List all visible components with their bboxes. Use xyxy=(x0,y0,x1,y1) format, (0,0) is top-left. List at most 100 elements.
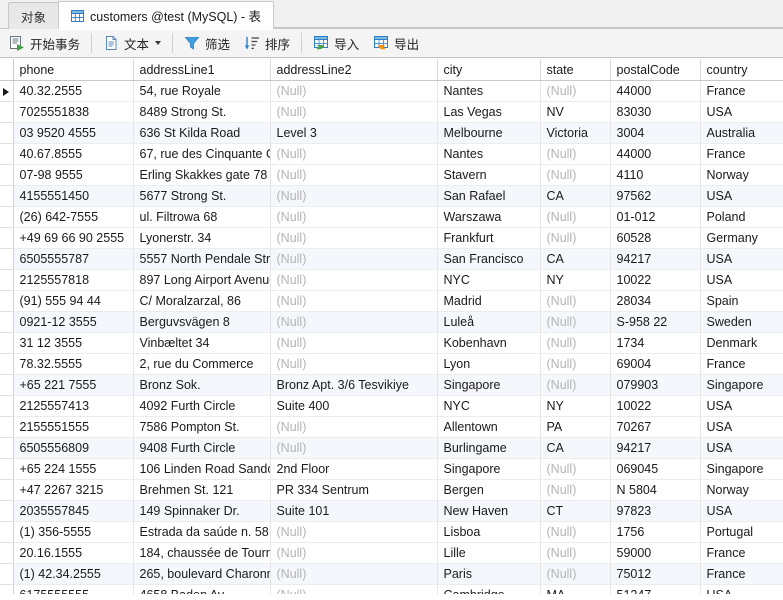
cell-state[interactable]: (Null) xyxy=(540,80,611,102)
cell-state[interactable]: (Null) xyxy=(540,290,611,312)
cell-phone[interactable]: 31 12 3555 xyxy=(13,332,134,354)
cell-state[interactable]: (Null) xyxy=(540,374,611,396)
cell-state[interactable]: (Null) xyxy=(540,563,611,585)
table-row[interactable]: 0921-12 3555 Berguvsvägen 8 (Null) Luleå (Nu… xyxy=(0,311,783,333)
row-selector-cell[interactable] xyxy=(0,248,14,270)
cell-city[interactable]: Madrid xyxy=(437,290,541,312)
cell-addressLine2[interactable]: Suite 400 xyxy=(270,395,438,417)
row-selector-cell[interactable] xyxy=(0,164,14,186)
cell-postalCode[interactable]: 1756 xyxy=(610,521,701,543)
cell-country[interactable]: Germany xyxy=(700,227,783,249)
cell-state[interactable]: (Null) xyxy=(540,227,611,249)
row-selector-cell[interactable] xyxy=(0,458,14,480)
cell-city[interactable]: Warszawa xyxy=(437,206,541,228)
table-row[interactable]: 2125557413 4092 Furth Circle Suite 400 NYC N… xyxy=(0,395,783,417)
cell-country[interactable]: Portugal xyxy=(700,521,783,543)
row-selector-cell[interactable] xyxy=(0,563,14,585)
cell-addressLine2[interactable]: (Null) xyxy=(270,311,438,333)
cell-addressLine1[interactable]: 106 Linden Road Sandown xyxy=(133,458,271,480)
cell-country[interactable]: USA xyxy=(700,185,783,207)
table-row[interactable]: 65055557875557 North Pendale Street(Null… xyxy=(0,248,783,270)
cell-addressLine2[interactable]: (Null) xyxy=(270,584,438,594)
cell-state[interactable]: Victoria xyxy=(540,122,611,144)
column-header-city[interactable]: city xyxy=(437,59,541,81)
cell-postalCode[interactable]: 10022 xyxy=(610,395,701,417)
cell-country[interactable]: France xyxy=(700,80,783,102)
cell-phone[interactable]: 2125557413 xyxy=(13,395,134,417)
cell-phone[interactable]: 6505556809 xyxy=(13,437,134,459)
column-header-postalCode[interactable]: postalCode xyxy=(610,59,701,81)
cell-postalCode[interactable]: 94217 xyxy=(610,248,701,270)
cell-country[interactable]: Australia xyxy=(700,122,783,144)
cell-addressLine1[interactable]: 67, rue des Cinquante Otage xyxy=(133,143,271,165)
column-header-phone[interactable]: phone xyxy=(13,59,134,81)
cell-state[interactable]: (Null) xyxy=(540,311,611,333)
cell-city[interactable]: Melbourne xyxy=(437,122,541,144)
cell-phone[interactable]: 7025551838 xyxy=(13,101,134,123)
table-row[interactable]: 61755555554658 Baden Av.(Null)CambridgeM… xyxy=(0,584,783,594)
row-selector-cell[interactable] xyxy=(0,395,14,417)
table-row[interactable]: (91) 555 94 44 C/ Moralzarzal, 86 (Null) Ma… xyxy=(0,290,783,312)
cell-phone[interactable]: +49 69 66 90 2555 xyxy=(13,227,134,249)
cell-phone[interactable]: 0921-12 3555 xyxy=(13,311,134,333)
cell-country[interactable]: Norway xyxy=(700,164,783,186)
cell-addressLine2[interactable]: (Null) xyxy=(270,332,438,354)
row-selector-cell[interactable] xyxy=(0,290,14,312)
cell-addressLine2[interactable]: (Null) xyxy=(270,353,438,375)
cell-phone[interactable]: 78.32.5555 xyxy=(13,353,134,375)
cell-addressLine2[interactable]: (Null) xyxy=(270,185,438,207)
cell-city[interactable]: Nantes xyxy=(437,80,541,102)
cell-postalCode[interactable]: 83030 xyxy=(610,101,701,123)
cell-phone[interactable]: 2155551555 xyxy=(13,416,134,438)
cell-phone[interactable]: +65 224 1555 xyxy=(13,458,134,480)
cell-addressLine1[interactable]: 5557 North Pendale Street xyxy=(133,248,271,270)
cell-postalCode[interactable]: 01-012 xyxy=(610,206,701,228)
cell-state[interactable]: (Null) xyxy=(540,353,611,375)
table-row[interactable]: 6505556809 9408 Furth Circle (Null) Burling… xyxy=(0,437,783,459)
cell-country[interactable]: USA xyxy=(700,416,783,438)
cell-country[interactable]: France xyxy=(700,542,783,564)
row-selector-cell[interactable] xyxy=(0,227,14,249)
row-selector-cell[interactable] xyxy=(0,479,14,501)
cell-addressLine1[interactable]: 184, chaussée de Tournai xyxy=(133,542,271,564)
table-row[interactable]: +47 2267 3215 Brehmen St. 121 PR 334 Sentr… xyxy=(0,479,783,501)
cell-addressLine1[interactable]: Brehmen St. 121 xyxy=(133,479,271,501)
column-header-country[interactable]: country xyxy=(700,59,783,81)
row-selector-cell[interactable] xyxy=(0,584,14,594)
column-header-addressLine2[interactable]: addressLine2 xyxy=(270,59,438,81)
cell-postalCode[interactable]: 44000 xyxy=(610,80,701,102)
text-view-button[interactable]: 文本 xyxy=(96,31,168,55)
row-selector-cell[interactable] xyxy=(0,143,14,165)
cell-city[interactable]: Nantes xyxy=(437,143,541,165)
row-selector-cell[interactable] xyxy=(0,206,14,228)
import-button[interactable]: 导入 xyxy=(306,31,366,55)
table-row[interactable]: 2125557818 897 Long Airport Avenue (Null) N… xyxy=(0,269,783,291)
cell-addressLine1[interactable]: 9408 Furth Circle xyxy=(133,437,271,459)
cell-country[interactable]: USA xyxy=(700,584,783,594)
cell-addressLine2[interactable]: Level 3 xyxy=(270,122,438,144)
cell-addressLine1[interactable]: Berguvsvägen 8 xyxy=(133,311,271,333)
cell-addressLine2[interactable]: (Null) xyxy=(270,437,438,459)
row-selector-cell[interactable] xyxy=(0,437,14,459)
table-row[interactable]: +65 224 1555106 Linden Road Sandown2nd F… xyxy=(0,458,783,480)
cell-phone[interactable]: (26) 642-7555 xyxy=(13,206,134,228)
cell-country[interactable]: USA xyxy=(700,269,783,291)
cell-phone[interactable]: 4155551450 xyxy=(13,185,134,207)
export-button[interactable]: 导出 xyxy=(366,31,426,55)
table-row[interactable]: +49 69 66 90 2555 Lyonerstr. 34 (Null) Fran… xyxy=(0,227,783,249)
table-row[interactable]: 20.16.1555 184, chaussée de Tournai (Null)… xyxy=(0,542,783,564)
cell-state[interactable]: (Null) xyxy=(540,332,611,354)
cell-addressLine2[interactable]: 2nd Floor xyxy=(270,458,438,480)
cell-city[interactable]: NYC xyxy=(437,269,541,291)
cell-addressLine1[interactable]: C/ Moralzarzal, 86 xyxy=(133,290,271,312)
cell-country[interactable]: Poland xyxy=(700,206,783,228)
cell-city[interactable]: San Francisco xyxy=(437,248,541,270)
cell-addressLine1[interactable]: Lyonerstr. 34 xyxy=(133,227,271,249)
cell-addressLine2[interactable]: (Null) xyxy=(270,416,438,438)
tab-objects[interactable]: 对象 xyxy=(8,2,60,29)
cell-country[interactable]: USA xyxy=(700,395,783,417)
cell-phone[interactable]: 6505555787 xyxy=(13,248,134,270)
cell-phone[interactable]: 6175555555 xyxy=(13,584,134,594)
cell-postalCode[interactable]: 75012 xyxy=(610,563,701,585)
row-selector-cell[interactable] xyxy=(0,416,14,438)
